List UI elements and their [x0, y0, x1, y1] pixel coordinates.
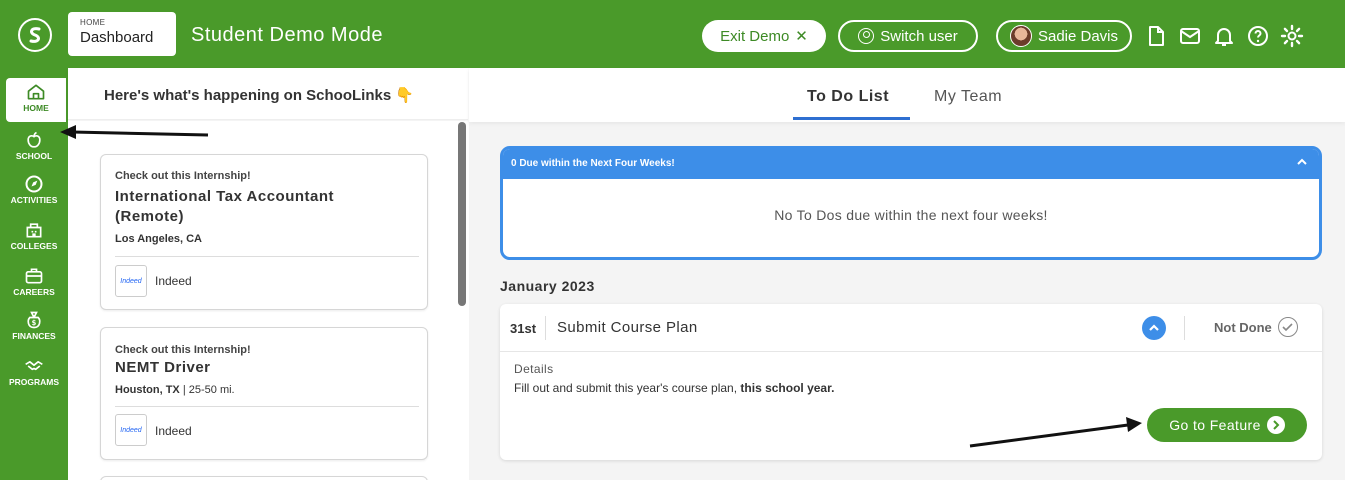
- nav-label: COLLEGES: [10, 241, 58, 251]
- feed-scrollbar[interactable]: [458, 122, 466, 306]
- internship-card[interactable]: Check out this Internship! NEMT Driver H…: [100, 327, 428, 460]
- details-emphasis: this school year.: [740, 381, 835, 395]
- mail-icon[interactable]: [1178, 24, 1202, 48]
- exit-demo-label: Exit Demo: [720, 27, 790, 45]
- card-city: Los Angeles, CA: [115, 233, 202, 245]
- mark-done-button[interactable]: [1278, 317, 1298, 337]
- card-title: International Tax Accountant (Remote): [115, 187, 334, 227]
- user-name: Sadie Davis: [1037, 27, 1119, 45]
- breadcrumb[interactable]: HOME Dashboard: [68, 12, 176, 56]
- internship-card[interactable]: Check out this Internship! International…: [100, 154, 428, 310]
- card-distance: | 25-50 mi.: [179, 384, 235, 396]
- card-divider: [115, 256, 419, 257]
- card-location: Houston, TX | 25-50 mi.: [115, 384, 235, 396]
- collapse-button[interactable]: [1142, 316, 1166, 340]
- gear-icon[interactable]: [1280, 24, 1304, 48]
- chevron-up-icon: [1149, 324, 1159, 331]
- details-label: Details: [514, 362, 554, 376]
- go-to-feature-button[interactable]: Go to Feature: [1147, 408, 1307, 442]
- nav-label: ACTIVITIES: [10, 195, 58, 205]
- compass-icon: [25, 175, 43, 193]
- chevron-up-icon[interactable]: [1295, 155, 1309, 169]
- apple-icon: [27, 131, 41, 148]
- bell-icon[interactable]: [1212, 24, 1236, 48]
- card-title: NEMT Driver: [115, 358, 211, 378]
- feed-header: Here's what's happening on SchooLinks 👇: [68, 68, 468, 120]
- nav-item-school[interactable]: SCHOOL: [0, 130, 68, 161]
- help-icon[interactable]: [1246, 24, 1270, 48]
- nav-item-careers[interactable]: CAREERS: [0, 266, 68, 297]
- due-soon-empty: No To Dos due within the next four weeks…: [774, 207, 1048, 223]
- briefcase-icon: [25, 268, 43, 284]
- tab-bar: To Do List My Team: [469, 68, 1345, 122]
- card-city: Houston, TX: [115, 384, 180, 396]
- tab-my-team[interactable]: My Team: [934, 88, 1002, 106]
- breadcrumb-current: Dashboard: [80, 29, 154, 46]
- card-divider: [115, 406, 419, 407]
- switch-user-label: Switch user: [880, 27, 958, 45]
- handshake-icon: [25, 361, 43, 371]
- internship-card[interactable]: [100, 476, 428, 480]
- nav-item-activities[interactable]: ACTIVITIES: [0, 174, 68, 205]
- indeed-logo: Indeed: [115, 265, 147, 297]
- details-text: Fill out and submit this year's course p…: [514, 381, 834, 395]
- nav-label: SCHOOL: [15, 151, 53, 161]
- college-icon: [26, 223, 42, 238]
- breadcrumb-parent: HOME: [80, 18, 106, 27]
- nav-item-finances[interactable]: $ FINANCES: [0, 310, 68, 341]
- card-location: Los Angeles, CA: [115, 233, 202, 245]
- arrow-right-icon: [1266, 416, 1285, 434]
- due-soon-panel: 0 Due within the Next Four Weeks! No To …: [500, 146, 1322, 260]
- card-title-line: (Remote): [115, 208, 185, 225]
- nav-item-programs[interactable]: PROGRAMS: [0, 356, 68, 387]
- document-icon[interactable]: [1144, 24, 1168, 48]
- todo-row[interactable]: 31st Submit Course Plan Not Done: [500, 304, 1322, 352]
- nav-label: PROGRAMS: [8, 377, 60, 387]
- logo-icon: [29, 27, 41, 43]
- due-soon-header[interactable]: 0 Due within the Next Four Weeks!: [503, 149, 1319, 179]
- go-to-feature-label: Go to Feature: [1169, 417, 1261, 433]
- tab-to-do-list[interactable]: To Do List: [807, 88, 889, 106]
- schoolinks-logo[interactable]: [18, 18, 52, 52]
- todo-item: 31st Submit Course Plan Not Done Details…: [500, 304, 1322, 460]
- avatar: [1009, 25, 1032, 47]
- active-tab-indicator: [793, 117, 910, 120]
- feed-title: Here's what's happening on SchooLinks 👇: [104, 87, 415, 104]
- nav-label: HOME: [23, 103, 49, 113]
- exit-demo-button[interactable]: Exit Demo ✕: [702, 20, 826, 52]
- mode-title: Student Demo Mode: [191, 24, 383, 46]
- close-icon: ✕: [795, 28, 808, 45]
- money-bag-icon: $: [27, 311, 41, 329]
- due-soon-title: 0 Due within the Next Four Weeks!: [511, 158, 675, 169]
- card-eyebrow: Check out this Internship!: [115, 170, 251, 182]
- card-title-line: International Tax Accountant: [115, 188, 335, 205]
- user-menu-button[interactable]: Sadie Davis: [996, 20, 1132, 52]
- home-icon: [27, 84, 45, 100]
- todo-date: 31st: [510, 321, 537, 336]
- card-title-line: NEMT Driver: [115, 359, 211, 376]
- top-bar: HOME Dashboard Student Demo Mode Exit De…: [0, 0, 1345, 68]
- user-circle-icon: [858, 28, 875, 44]
- indeed-logo: Indeed: [115, 414, 147, 446]
- month-heading: January 2023: [500, 278, 595, 294]
- nav-label: FINANCES: [12, 331, 56, 341]
- nav-item-colleges[interactable]: COLLEGES: [0, 220, 68, 251]
- nav-label: CAREERS: [13, 287, 55, 297]
- card-source: Indeed: [155, 274, 192, 288]
- divider: [1184, 316, 1185, 340]
- divider: [545, 316, 546, 340]
- left-nav: HOME SCHOOL ACTIVITIES COLLEGES CAREERS …: [0, 68, 68, 480]
- nav-item-home[interactable]: HOME: [6, 78, 66, 122]
- switch-user-button[interactable]: Switch user: [838, 20, 978, 52]
- card-source: Indeed: [155, 424, 192, 438]
- card-eyebrow: Check out this Internship!: [115, 344, 251, 356]
- status-label: Not Done: [1214, 320, 1272, 335]
- svg-text:$: $: [32, 319, 37, 327]
- check-icon: [1282, 323, 1293, 332]
- todo-name: Submit Course Plan: [557, 319, 698, 336]
- details-body: Fill out and submit this year's course p…: [514, 381, 741, 395]
